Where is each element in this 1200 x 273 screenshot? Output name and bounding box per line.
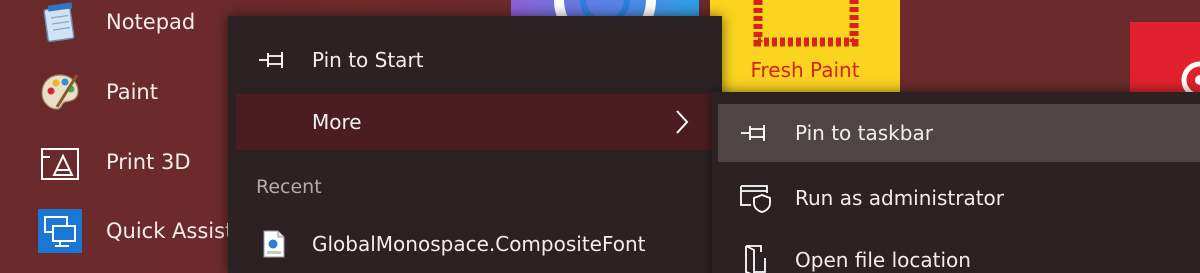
app-item-quick-assist[interactable]: Quick Assist (0, 201, 240, 261)
menu-item-pin-to-start[interactable]: Pin to Start (228, 40, 722, 80)
tile-partial-red[interactable] (1130, 22, 1200, 99)
tile-label-fresh-paint: Fresh Paint (750, 58, 860, 82)
submenu-item-run-as-administrator[interactable]: Run as administrator (712, 178, 1200, 218)
print-3d-icon (32, 134, 88, 190)
folder-location-icon (738, 242, 774, 273)
menu-item-more[interactable]: More (236, 94, 714, 150)
pin-icon (258, 44, 290, 76)
app-item-paint[interactable]: Paint (0, 62, 240, 122)
submenu-label-run-as-administrator: Run as administrator (795, 186, 1005, 210)
menu-label-pin-to-start: Pin to Start (312, 48, 424, 72)
submenu-item-open-file-location[interactable]: Open file location (712, 240, 1200, 273)
menu-label-more: More (312, 110, 362, 134)
start-app-list: Notepad Paint Print 3D Quick Assist (0, 0, 240, 273)
recent-heading: Recent (256, 176, 322, 198)
recent-item[interactable]: GlobalMonospace.CompositeFont (228, 224, 722, 264)
app-label-quick-assist: Quick Assist (106, 219, 234, 243)
tile-fresh-paint[interactable]: Fresh Paint (710, 0, 900, 92)
quick-assist-icon (32, 203, 88, 259)
recent-item-label: GlobalMonospace.CompositeFont (312, 232, 646, 256)
tile-red-glyph-icon (1181, 61, 1200, 99)
app-label-print-3d: Print 3D (106, 150, 191, 174)
notepad-icon (32, 0, 88, 50)
submenu-label-open-file-location: Open file location (795, 248, 971, 272)
paint-palette-icon (32, 64, 88, 120)
app-item-print-3d[interactable]: Print 3D (0, 132, 240, 192)
app-label-notepad: Notepad (106, 10, 196, 34)
xml-file-icon (258, 228, 290, 260)
chevron-right-icon (676, 110, 689, 134)
admin-shield-icon (738, 180, 774, 216)
app-item-notepad[interactable]: Notepad (0, 0, 240, 52)
more-submenu: Pin to taskbar Run as administrator Open… (712, 92, 1200, 273)
submenu-item-pin-to-taskbar[interactable]: Pin to taskbar (718, 104, 1200, 162)
context-menu: Pin to Start More Recent GlobalMonospace… (228, 16, 722, 273)
pin-icon (738, 115, 774, 151)
app-label-paint: Paint (106, 80, 158, 104)
submenu-label-pin-to-taskbar: Pin to taskbar (795, 121, 933, 145)
